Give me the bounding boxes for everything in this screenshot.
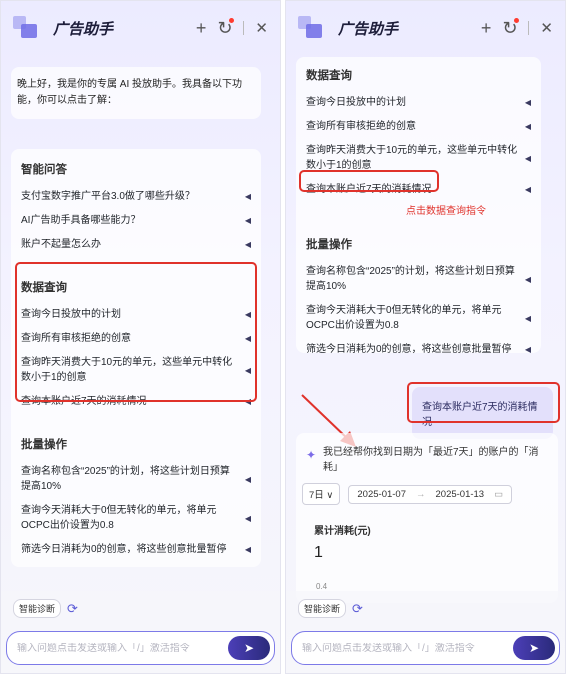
send-icon: ◀	[524, 98, 531, 107]
close-icon[interactable]: ✕	[540, 21, 553, 36]
chat-input-box: ➤	[6, 631, 275, 665]
prompt-item[interactable]: 筛选今日消耗为0的创意，将这些创意批量暂停 ◀	[21, 542, 251, 557]
header: 广告助手 + ↻ ✕	[1, 1, 280, 55]
assistant-reply: 我已经帮你找到日期为「最近7天」的账户的「消耗」	[323, 447, 539, 473]
header: 广告助手 + ↻ ✕	[286, 1, 565, 55]
send-icon: ◀	[524, 313, 531, 323]
section-title: 智能问答	[21, 164, 67, 176]
prompt-item[interactable]: AI广告助手具备哪些能力？ ◀	[21, 213, 251, 228]
send-icon: ◀	[524, 274, 531, 284]
section-title: 批量操作	[21, 439, 67, 451]
period-select[interactable]: 7日 ∨	[302, 483, 341, 505]
prompt-item[interactable]: 查询所有审核拒绝的创意 ◀	[306, 119, 531, 134]
section-qa: 智能问答 支付宝数字推广平台3.0做了哪些升级？ ◀ AI广告助手具备哪些能力？ ◀…	[21, 161, 251, 252]
send-icon: ➤	[528, 641, 540, 655]
send-icon: ◀	[524, 185, 531, 194]
smart-diagnosis-button[interactable]: 智能诊断	[298, 599, 347, 618]
send-icon: ◀	[244, 192, 251, 201]
send-icon: ◀	[524, 153, 531, 163]
date-controls: 7日 ∨ 2025-01-07 → 2025-01-13 ▭	[302, 483, 513, 505]
send-button[interactable]: ➤	[228, 636, 270, 660]
assistant-panel-right: 广告助手 + ↻ ✕ 数据查询 查询今日投放中的计划 ◀ 查询所有审核拒绝的创意 ◀…	[285, 0, 566, 674]
date-range-picker[interactable]: 2025-01-07 → 2025-01-13 ▭	[348, 484, 513, 504]
section-batch: 批量操作 查询名称包含“2025”的计划，将这些计划日预算提高10% ◀ 查询今天…	[21, 436, 251, 557]
metric-value: 1	[314, 544, 323, 561]
prompt-item[interactable]: 支付宝数字推广平台3.0做了哪些升级？ ◀	[21, 189, 251, 204]
highlight-box	[407, 382, 560, 423]
history-icon[interactable]: ↻	[502, 18, 520, 37]
close-icon[interactable]: ✕	[255, 21, 268, 36]
sparkle-icon: ✦	[306, 448, 317, 462]
prompt-item[interactable]: 查询昨天消费大于10元的单元，这些单元中转化数小于1的创意 ◀	[306, 143, 531, 173]
prompt-item[interactable]: 查询今天消耗大于0但无转化的单元，将单元OCPC出价设置为0.8 ◀	[306, 303, 531, 333]
prompt-item[interactable]: 查询名称包含“2025”的计划，将这些计划日预算提高10% ◀	[21, 464, 251, 494]
greeting-text: 晚上好，我是你的专属 AI 投放助手。我具备以下功能，你可以点击了解：	[17, 79, 243, 106]
send-button[interactable]: ➤	[513, 636, 555, 660]
app-logo	[298, 16, 324, 40]
assistant-panel-left: 广告助手 + ↻ ✕ 晚上好，我是你的专属 AI 投放助手。我具备以下功能，你可…	[0, 0, 281, 674]
prompt-item[interactable]: 查询今日投放中的计划 ◀	[306, 95, 531, 110]
send-icon: ◀	[244, 474, 251, 484]
arrow-icon: →	[416, 488, 426, 500]
app-title: 广告助手	[338, 20, 399, 38]
smart-diagnosis-button[interactable]: 智能诊断	[13, 599, 62, 618]
section-batch: 批量操作 查询名称包含“2025”的计划，将这些计划日预算提高10% ◀ 查询今天…	[306, 236, 531, 357]
date-start: 2025-01-07	[357, 488, 406, 500]
highlight-box	[299, 170, 439, 192]
prompt-item[interactable]: 筛选今日消耗为0的创意，将这些创意批量暂停 ◀	[306, 342, 531, 357]
greeting-card: 晚上好，我是你的专属 AI 投放助手。我具备以下功能，你可以点击了解：	[11, 67, 261, 119]
input-area: 智能诊断 ⟳ ➤	[286, 591, 565, 673]
input-area: 智能诊断 ⟳ ➤	[1, 591, 280, 673]
section-title: 批量操作	[306, 239, 352, 251]
send-icon: ◀	[244, 216, 251, 225]
send-icon: ◀	[244, 513, 251, 523]
app-logo	[13, 16, 39, 40]
divider	[528, 21, 530, 35]
app-title: 广告助手	[53, 20, 114, 38]
send-icon: ➤	[243, 641, 255, 655]
date-end: 2025-01-13	[435, 488, 485, 500]
send-icon: ◀	[524, 122, 531, 131]
plus-icon[interactable]: +	[481, 19, 492, 37]
prompt-item[interactable]: 查询名称包含“2025”的计划，将这些计划日预算提高10% ◀	[306, 264, 531, 294]
refresh-icon[interactable]: ⟳	[67, 601, 78, 617]
highlight-box	[15, 262, 257, 402]
section-title: 数据查询	[306, 70, 352, 82]
annotation-label: 点击数据查询指令	[406, 206, 486, 217]
send-icon: ◀	[524, 345, 531, 354]
calendar-icon: ▭	[494, 488, 504, 500]
history-icon[interactable]: ↻	[217, 18, 235, 37]
metric-label: 累计消耗(元)	[314, 526, 371, 537]
send-icon: ◀	[244, 240, 251, 249]
divider	[243, 21, 245, 35]
chat-input[interactable]	[302, 642, 513, 654]
prompt-item[interactable]: 账户不起量怎么办 ◀	[21, 237, 251, 252]
plus-icon[interactable]: +	[196, 19, 207, 37]
axis-tick: 0.4	[316, 582, 328, 591]
chat-input[interactable]	[17, 642, 228, 654]
refresh-icon[interactable]: ⟳	[352, 601, 363, 617]
chat-input-box: ➤	[291, 631, 560, 665]
send-icon: ◀	[244, 545, 251, 554]
prompt-item[interactable]: 查询今天消耗大于0但无转化的单元，将单元OCPC出价设置为0.8 ◀	[21, 503, 251, 533]
